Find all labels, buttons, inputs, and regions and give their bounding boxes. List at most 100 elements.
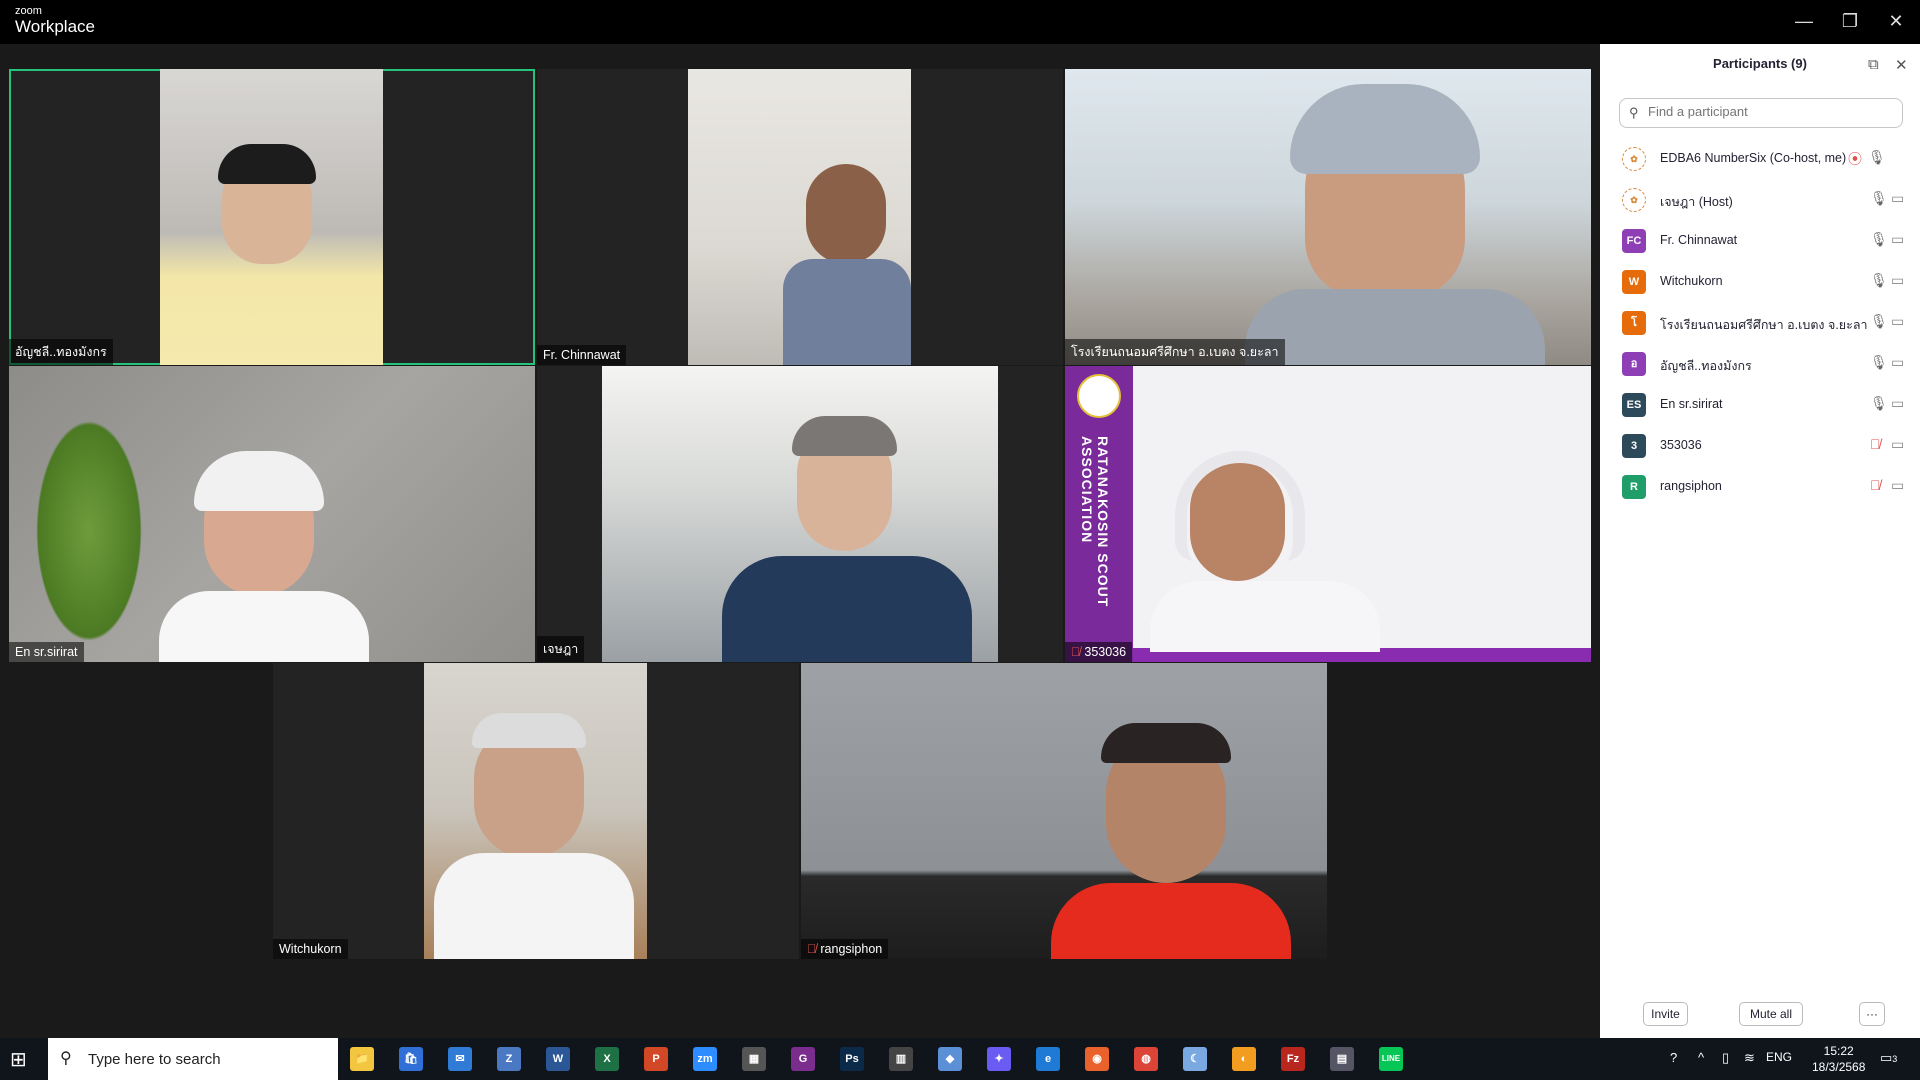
mute-all-button[interactable]: Mute all [1739,1002,1803,1026]
video-tile[interactable]: Witchukorn [273,663,799,959]
shirt [783,259,911,365]
video-tile[interactable]: En sr.sirirat [9,366,535,662]
mic-icon[interactable]: 🎙 [1870,313,1888,330]
close-window-button[interactable]: ✕ [1876,8,1916,34]
video-tile[interactable]: เจษฎา [537,366,1063,662]
minimize-button[interactable]: — [1784,8,1824,34]
participant-row[interactable]: FC Fr. Chinnawat 🎙 ▭ [1600,220,1920,261]
avatar: ES [1622,393,1646,417]
language-indicator[interactable]: ENG [1766,1050,1792,1064]
taskbar-search[interactable]: ⚲ Type here to search [48,1038,338,1080]
taskbar-app-icon[interactable]: X [595,1047,619,1071]
more-options-button[interactable]: ··· [1859,1002,1885,1026]
taskbar-app-icon[interactable]: Fz [1281,1047,1305,1071]
mic-muted-icon[interactable]: 🎙̸ [1870,477,1881,493]
windows-start-icon[interactable]: ⊞ [10,1047,27,1072]
participant-video [9,366,535,662]
camera-off-icon[interactable]: ▭ [1891,395,1904,412]
clock-date: 18/3/2568 [1812,1060,1866,1074]
camera-off-icon[interactable]: ▭ [1891,354,1904,371]
taskbar-app-icon[interactable]: ◆ [938,1047,962,1071]
taskbar-app-icon[interactable]: ☾ [1183,1047,1207,1071]
wifi-icon[interactable]: ≋ [1744,1050,1755,1066]
taskbar-app-icon[interactable]: ✉ [448,1047,472,1071]
taskbar-app-icon[interactable]: ◍ [1134,1047,1158,1071]
video-tile[interactable]: RATANAKOSIN SCOUT ASSOCIATION 🎙̸ 353036 [1065,366,1591,662]
video-tile[interactable]: 🎙̸ rangsiphon [801,663,1327,959]
invite-button[interactable]: Invite [1643,1002,1688,1026]
participant-name: rangsiphon [1660,479,1722,493]
mic-icon[interactable]: 🎙 [1868,149,1886,166]
notification-icon[interactable]: ▭3 [1880,1050,1897,1066]
tile-name-label: โรงเรียนถนอมศรีศึกษา อ.เบตง จ.ยะลา [1065,339,1285,365]
camera-off-icon[interactable]: ▭ [1891,313,1904,330]
tile-name-label: อัญชลี..ทองมังกร [9,339,113,365]
mic-icon[interactable]: 🎙 [1870,231,1888,248]
participant-row[interactable]: ✿ เจษฎา (Host) 🎙 ▭ [1600,179,1920,220]
participant-name: En sr.sirirat [1660,397,1723,411]
battery-icon[interactable]: ▯ [1722,1050,1729,1066]
video-tile[interactable]: Fr. Chinnawat [537,69,1063,365]
avatar: อ [1622,352,1646,376]
camera-off-icon[interactable]: ▭ [1891,272,1904,289]
taskbar-app-icon[interactable]: P [644,1047,668,1071]
taskbar-app-icon[interactable]: W [546,1047,570,1071]
search-icon: ⚲ [60,1050,72,1067]
taskbar-app-icon[interactable]: ▤ [1330,1047,1354,1071]
windows-taskbar: ⊞ ⚲ Type here to search 📁 🛍 ✉ Z W X Pzm ▦ G Ps ▥ ◆ ✦… [0,1038,1920,1080]
participant-search[interactable]: ⚲ [1619,98,1903,128]
video-tile[interactable]: โรงเรียนถนอมศรีศึกษา อ.เบตง จ.ยะลา [1065,69,1591,365]
restore-button[interactable]: ❐ [1830,8,1870,34]
video-tile[interactable]: อัญชลี..ทองมังกร [9,69,535,365]
tile-name-label: Witchukorn [273,939,348,959]
taskbar-app-icon[interactable]: ◉ [1085,1047,1109,1071]
avatar: W [1622,270,1646,294]
taskbar-app-icon[interactable]: 🛍 [399,1047,423,1071]
search-input[interactable] [1646,103,1900,120]
mic-icon[interactable]: 🎙 [1870,354,1888,371]
camera-off-icon[interactable]: ▭ [1891,190,1904,207]
hair [218,144,316,184]
participant-row[interactable]: W Witchukorn 🎙 ▭ [1600,261,1920,302]
popout-icon[interactable]: ⧉ [1868,56,1879,73]
shirt [434,853,634,959]
participants-panel: Participants (9) ⧉ ✕ ⚲ ✿EDBA6 NumberSix … [1600,44,1920,1038]
participant-row[interactable]: อ อัญชลี..ทองมังกร 🎙 ▭ [1600,343,1920,384]
scout-banner-text: RATANAKOSIN SCOUT ASSOCIATION [1079,436,1111,608]
taskbar-app-icon[interactable]: LINE [1379,1047,1403,1071]
participant-row[interactable]: 3 353036 🎙̸ ▭ [1600,425,1920,466]
help-icon[interactable]: ? [1670,1050,1677,1065]
shirt [1051,883,1291,959]
taskbar-clock[interactable]: 15:22 18/3/2568 [1812,1043,1865,1075]
camera-off-icon[interactable]: ▭ [1891,477,1904,494]
taskbar-app-icon[interactable]: G [791,1047,815,1071]
taskbar-app-icon[interactable]: ✦ [987,1047,1011,1071]
taskbar-app-icon[interactable]: ▦ [742,1047,766,1071]
head-veil [194,451,324,511]
participant-row[interactable]: ✿ EDBA6 NumberSix (Co-host, me) ⦿ 🎙 [1600,138,1920,179]
camera-off-icon[interactable]: ▭ [1891,436,1904,453]
taskbar-app-icon[interactable]: Z [497,1047,521,1071]
camera-off-icon[interactable]: ▭ [1891,231,1904,248]
participant-row[interactable]: ES En sr.sirirat 🎙 ▭ [1600,384,1920,425]
tile-name-label: 🎙̸ 353036 [1065,642,1133,662]
taskbar-app-icon[interactable]: ◐ [1232,1047,1256,1071]
mic-icon[interactable]: 🎙 [1870,395,1888,412]
mic-icon[interactable]: 🎙 [1870,190,1888,207]
chevron-up-icon[interactable]: ^ [1698,1050,1704,1065]
taskbar-app-icon[interactable]: Ps [840,1047,864,1071]
participant-video [602,366,998,662]
zoom-logo: zoom Workplace [15,6,95,36]
taskbar-app-icon[interactable]: zm [693,1047,717,1071]
taskbar-app-icon[interactable]: 📁 [350,1047,374,1071]
taskbar-app-icon[interactable]: ▥ [889,1047,913,1071]
mic-icon[interactable]: 🎙 [1870,272,1888,289]
avatar: โ [1622,311,1646,335]
participant-row[interactable]: โ โรงเรียนถนอมศรีศึกษา อ.เบตง จ.ยะลา 🎙 ▭ [1600,302,1920,343]
habit [1150,581,1380,652]
mic-muted-icon[interactable]: 🎙̸ [1870,436,1881,452]
taskbar-app-icon[interactable]: e [1036,1047,1060,1071]
close-panel-icon[interactable]: ✕ [1895,56,1908,74]
participant-row[interactable]: Rrangsiphon 🎙̸ ▭ [1600,466,1920,507]
participant-name: Witchukorn [1660,274,1723,288]
